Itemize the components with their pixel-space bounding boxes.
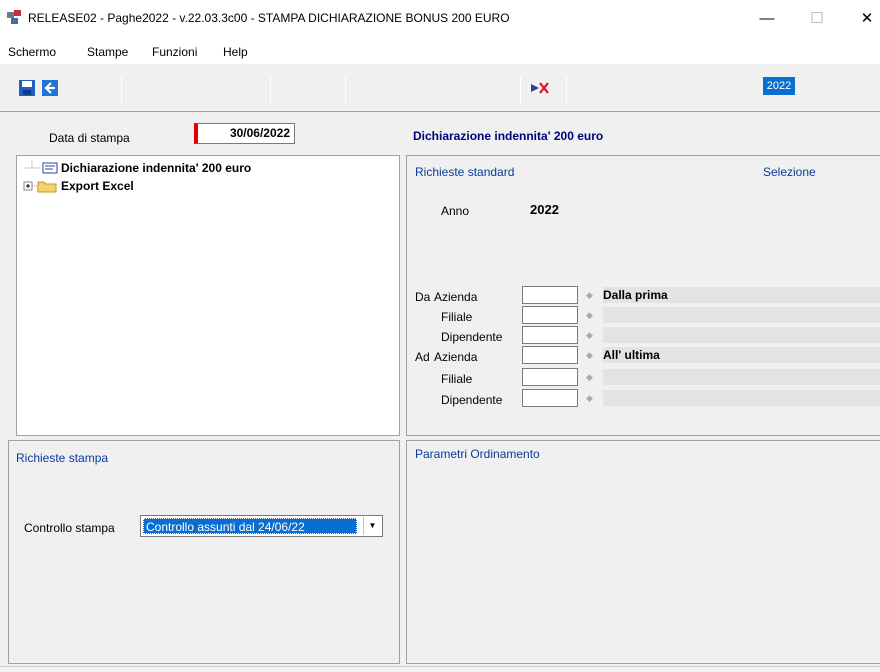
minimize-button[interactable]: — <box>752 8 782 30</box>
lookup-icon[interactable]: ◆ <box>586 393 596 403</box>
section-title: Dichiarazione indennita' 200 euro <box>413 129 604 143</box>
desc-bar <box>603 307 880 323</box>
tree-item-export-excel[interactable]: Export Excel <box>23 178 134 194</box>
app-icon <box>7 10 21 24</box>
toolbar-separator <box>520 76 521 104</box>
desc-bar <box>603 327 880 343</box>
azienda-ad-desc: All' ultima <box>603 348 660 362</box>
azienda-da-input[interactable] <box>522 286 578 304</box>
field-label-dipendente-da: Dipendente <box>441 330 503 344</box>
azienda-da-desc: Dalla prima <box>603 288 668 302</box>
date-label: Data di stampa <box>49 131 130 145</box>
save-icon[interactable] <box>18 79 36 97</box>
anno-label: Anno <box>441 204 470 218</box>
close-button[interactable]: ✕ <box>852 8 880 30</box>
tree-panel: Dichiarazione indennita' 200 euro Export… <box>16 155 400 436</box>
toolbar-separator <box>270 76 271 104</box>
status-bar <box>0 666 880 672</box>
selection-label: Selezione <box>763 165 816 179</box>
menu-schermo[interactable]: Schermo <box>8 45 56 59</box>
title-bar: RELEASE02 - Paghe2022 - v.22.03.3c00 - S… <box>0 0 880 38</box>
field-label-azienda-ad: Azienda <box>434 350 478 364</box>
range-prefix-ad: Ad <box>415 350 430 364</box>
print-requests-title: Richieste stampa <box>16 451 109 465</box>
tree-item-dichiarazione[interactable]: Dichiarazione indennita' 200 euro <box>23 160 251 176</box>
menu-bar: Schermo Stampe Funzioni Help <box>0 38 880 64</box>
menu-stampe[interactable]: Stampe <box>87 45 128 59</box>
lookup-icon[interactable]: ◆ <box>586 330 596 340</box>
control-select-value: Controllo assunti dal 24/06/22 <box>143 518 357 534</box>
control-select[interactable]: Controllo assunti dal 24/06/22 ▼ <box>140 515 383 537</box>
document-icon <box>25 161 58 174</box>
cancel-print-icon[interactable] <box>530 81 550 95</box>
tree-label: Export Excel <box>61 179 134 193</box>
window-title: RELEASE02 - Paghe2022 - v.22.03.3c00 - S… <box>28 11 510 25</box>
requests-panel: Richieste standard Selezione Anno 2022 D… <box>406 155 880 436</box>
field-label-filiale-ad: Filiale <box>441 372 473 386</box>
menu-funzioni[interactable]: Funzioni <box>152 45 197 59</box>
range-prefix-da: Da <box>415 290 431 304</box>
lookup-icon[interactable]: ◆ <box>586 290 596 300</box>
folder-icon <box>23 181 57 193</box>
back-arrow-icon[interactable] <box>41 79 59 97</box>
filiale-ad-input[interactable] <box>522 368 578 386</box>
filiale-da-input[interactable] <box>522 306 578 324</box>
dipendente-ad-input[interactable] <box>522 389 578 407</box>
lookup-icon[interactable]: ◆ <box>586 372 596 382</box>
ordering-title: Parametri Ordinamento <box>415 447 540 461</box>
ordering-panel: Parametri Ordinamento <box>406 440 880 664</box>
maximize-button[interactable]: ☐ <box>802 8 832 30</box>
year-badge: 2022 <box>763 77 795 95</box>
toolbar-separator <box>121 76 122 104</box>
toolbar: 2022 <box>0 64 880 112</box>
desc-bar <box>603 369 880 385</box>
desc-bar: All' ultima <box>603 347 880 363</box>
azienda-ad-input[interactable] <box>522 346 578 364</box>
menu-help[interactable]: Help <box>223 45 248 59</box>
tree-label: Dichiarazione indennita' 200 euro <box>61 161 252 175</box>
date-field[interactable]: 30/06/2022 <box>194 123 295 144</box>
toolbar-separator <box>566 76 567 104</box>
control-label: Controllo stampa <box>24 521 115 535</box>
dipendente-da-input[interactable] <box>522 326 578 344</box>
toolbar-separator <box>345 76 346 104</box>
lookup-icon[interactable]: ◆ <box>586 350 596 360</box>
field-label-azienda-da: Azienda <box>434 290 478 304</box>
print-requests-panel: Richieste stampa Controllo stampa <box>8 440 400 664</box>
chevron-down-icon[interactable]: ▼ <box>363 517 381 535</box>
field-label-filiale-da: Filiale <box>441 310 473 324</box>
desc-bar: Dalla prima <box>603 287 880 303</box>
anno-value: 2022 <box>530 202 559 217</box>
requests-title: Richieste standard <box>415 165 515 179</box>
field-label-dipendente-ad: Dipendente <box>441 393 503 407</box>
lookup-icon[interactable]: ◆ <box>586 310 596 320</box>
desc-bar <box>603 390 880 406</box>
